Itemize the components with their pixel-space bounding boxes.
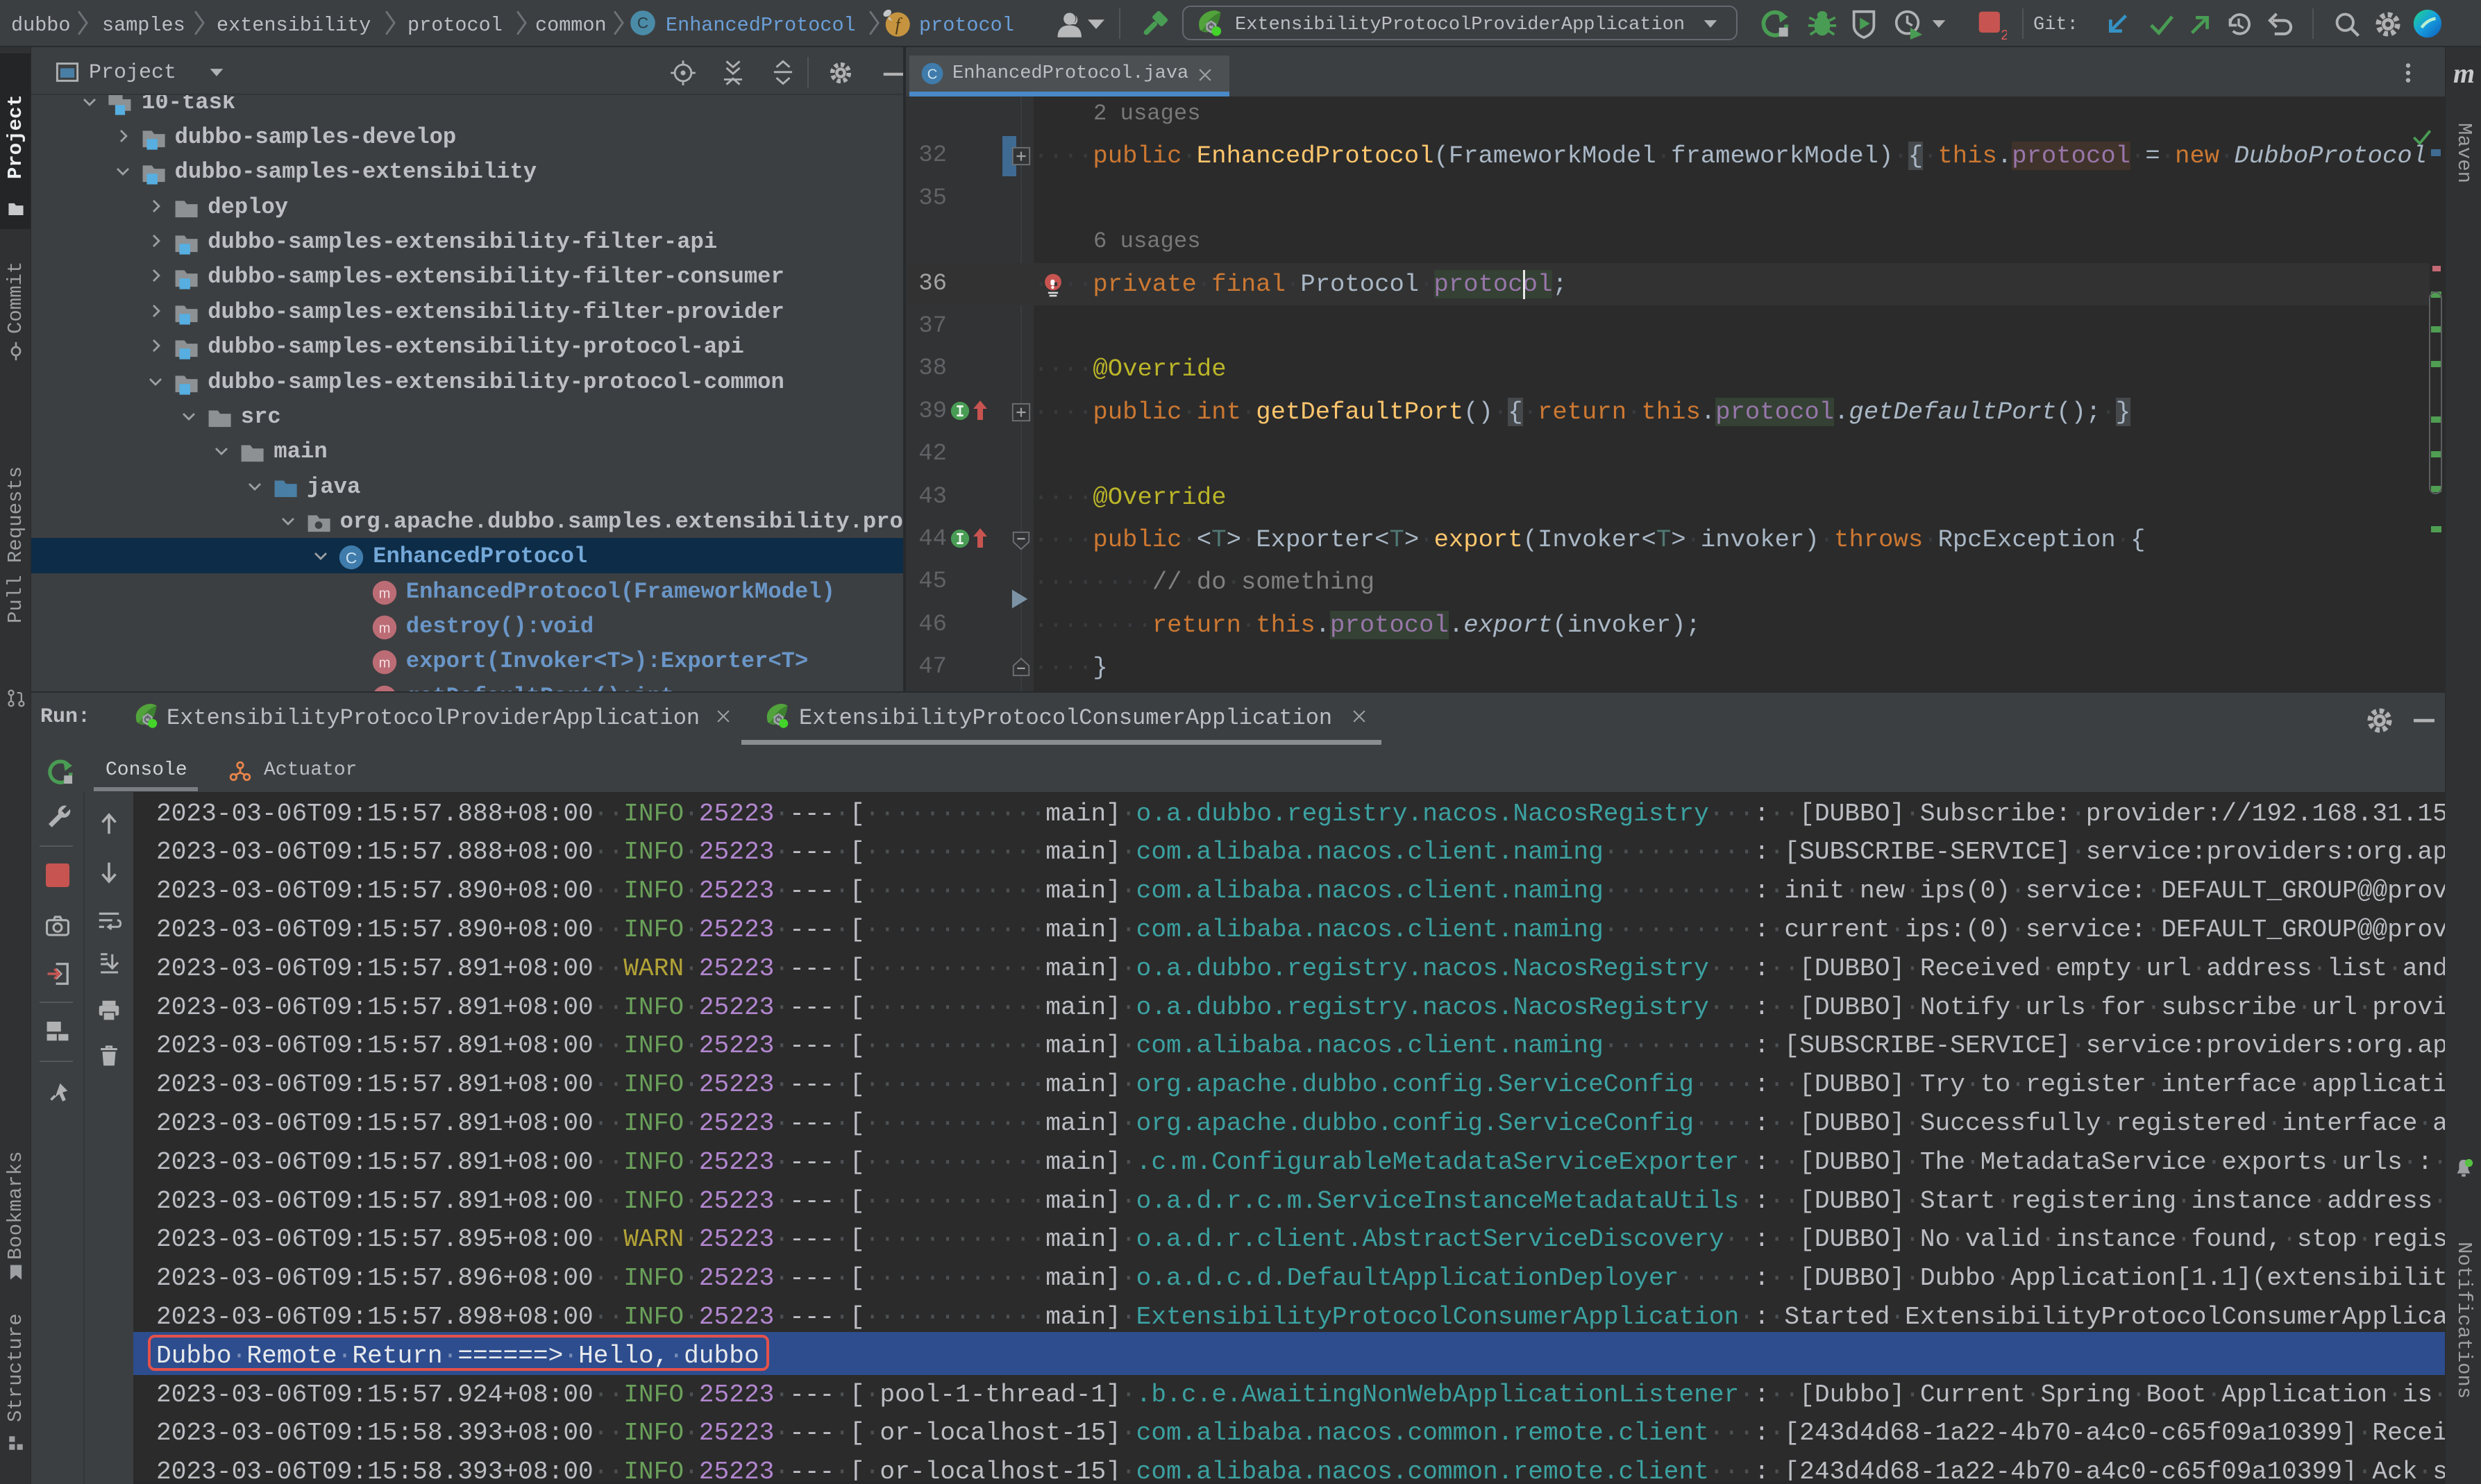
svg-text:m: m [378, 586, 390, 601]
svg-text:C: C [346, 550, 357, 567]
svg-text:m: m [378, 656, 390, 671]
svg-text:C: C [637, 15, 648, 32]
svg-text:C: C [927, 67, 938, 82]
svg-text:m: m [378, 621, 390, 636]
svg-text:2: 2 [2001, 28, 2007, 40]
